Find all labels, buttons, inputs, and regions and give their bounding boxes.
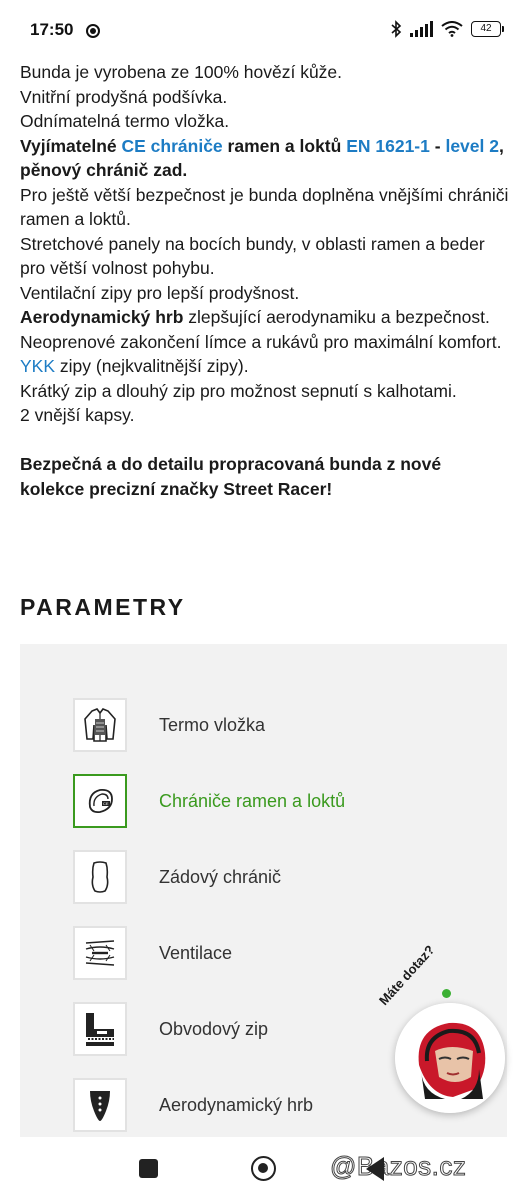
desc-bold: Aerodynamický hrb <box>20 307 184 327</box>
aero-hump-icon <box>73 1078 127 1132</box>
parameter-label: Obvodový zip <box>159 1018 269 1039</box>
wifi-icon <box>441 21 463 37</box>
desc-line: Krátký zip a dlouhý zip pro možnost sepn… <box>20 380 457 401</box>
desc-line-protectors: Vyjímatelné CE chrániče ramen a loktů EN… <box>20 134 510 183</box>
parameter-label: Termo vložka <box>159 714 266 735</box>
desc-line: Bunda je vyrobena ze 100% hovězí kůže. <box>20 62 343 82</box>
desc-line-aero: Aerodynamický hrb zlepšující aerodynamik… <box>20 305 510 330</box>
desc-line-ykk: YKK zipy (nejkvalitnější zipy). <box>20 354 510 379</box>
parameter-label: Ventilace <box>159 942 233 963</box>
desc-line: Ventilační zipy pro lepší prodyšnost. <box>20 282 300 303</box>
desc-line: Odnímatelná termo vložka. <box>20 111 230 131</box>
status-time: 17:50 <box>30 20 74 39</box>
shoulder-elbow-protector-icon: CE <box>73 774 127 828</box>
signal-icon <box>410 21 433 37</box>
back-protector-icon <box>73 850 127 904</box>
ykk-link[interactable]: YKK <box>20 356 55 376</box>
desc-bold: Vyjímatelné <box>20 135 117 156</box>
svg-text:CE: CE <box>103 801 109 806</box>
status-icons: 42 <box>390 20 504 38</box>
desc-line: Stretchové panely na bocích bundy, v obl… <box>20 233 485 279</box>
parameter-label: Zádový chránič <box>159 866 282 887</box>
desc-line: Pro ještě větší bezpečnost je bunda dopl… <box>20 184 509 230</box>
parameter-label: Chrániče ramen a loktů <box>159 790 346 811</box>
focus-mode-icon <box>86 24 100 38</box>
parameter-label: Aerodynamický hrb <box>159 1094 314 1115</box>
level-2-link[interactable]: level 2 <box>445 136 499 156</box>
battery-icon: 42 <box>471 21 504 37</box>
desc-text: zipy (nejkvalitnější zipy). <box>59 356 249 376</box>
desc-line: 2 vnější kapsy. <box>20 405 135 425</box>
closing-statement: Bezpečná a do detailu propracovaná bunda… <box>20 454 442 499</box>
parameter-item-back-protector[interactable]: Zádový chránič <box>73 849 473 905</box>
parameters-title: PARAMETRY <box>20 594 186 620</box>
parameter-item-shoulder-elbow-protectors[interactable]: CE Chrániče ramen a loktů <box>73 773 473 829</box>
bluetooth-icon <box>391 20 402 38</box>
ce-protectors-link[interactable]: CE chrániče <box>122 136 223 156</box>
en-1621-link[interactable]: EN 1621-1 <box>346 136 430 156</box>
desc-line: Neoprenové zakončení límce a rukávů pro … <box>20 331 502 352</box>
desc-line: Vnitřní prodyšná podšívka. <box>20 86 228 107</box>
recent-apps-icon[interactable] <box>139 1159 158 1178</box>
navigation-bar: @Bazos.cz <box>0 1137 527 1200</box>
desc-text: zlepšující aerodynamiku a bezpečnost. <box>188 307 490 327</box>
online-status-dot <box>442 989 451 998</box>
chat-button[interactable] <box>395 1003 505 1113</box>
product-description: Bunda je vyrobena ze 100% hovězí kůže. V… <box>20 60 510 501</box>
status-bar: 17:50 42 <box>0 0 527 56</box>
helmet-avatar-icon <box>395 1003 505 1113</box>
back-icon[interactable] <box>366 1157 384 1181</box>
ventilation-icon <box>73 926 127 980</box>
desc-bold: - <box>434 135 441 156</box>
thermal-liner-icon <box>73 698 127 752</box>
parameter-item-thermal-liner[interactable]: Termo vložka <box>73 697 473 753</box>
desc-bold: ramen a loktů <box>227 135 342 156</box>
home-icon[interactable] <box>251 1156 276 1181</box>
connection-zip-icon <box>73 1002 127 1056</box>
watermark: @Bazos.cz <box>329 1151 467 1182</box>
